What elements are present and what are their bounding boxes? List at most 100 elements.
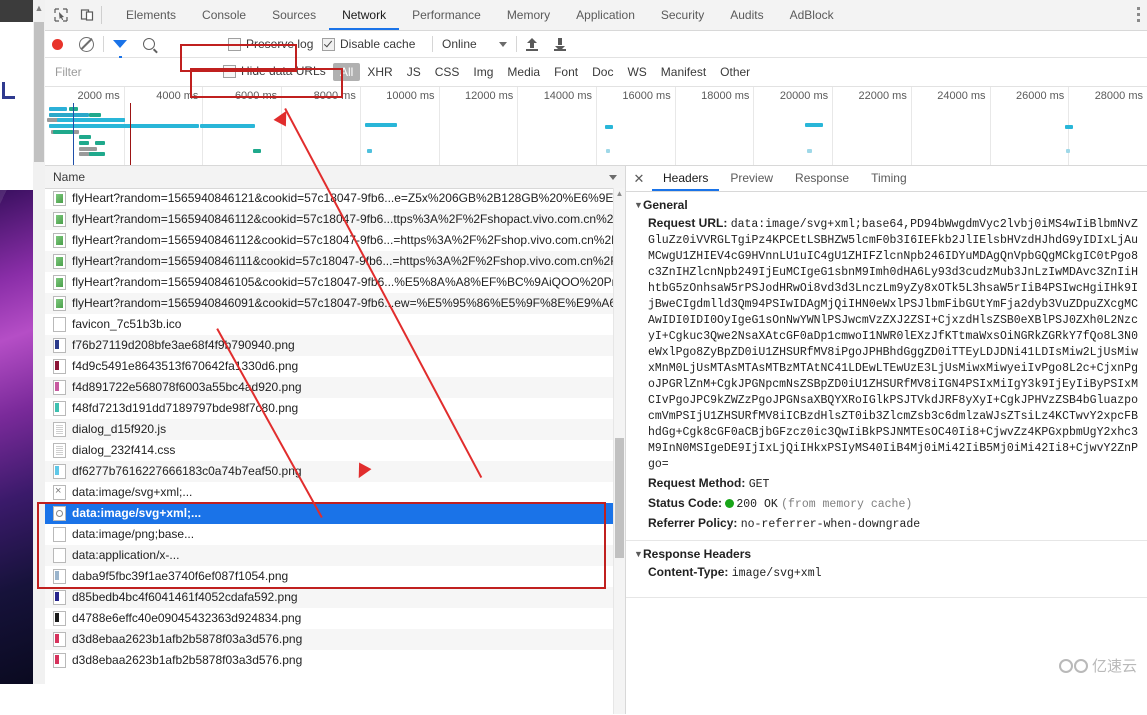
filter-input[interactable]: Filter (51, 62, 206, 83)
thumbnail-swatch (55, 403, 59, 412)
search-icon[interactable] (143, 38, 155, 50)
scroll-up-arrow-icon[interactable]: ▲ (614, 190, 625, 198)
clear-icon[interactable] (79, 36, 94, 52)
tab-network[interactable]: Network (329, 0, 399, 30)
request-row[interactable]: data:application/x-... (45, 545, 625, 566)
hide-data-urls-checkbox[interactable] (223, 64, 236, 78)
filter-icon[interactable] (113, 40, 127, 60)
request-row[interactable]: data:image/png;base... (45, 524, 625, 545)
tab-security[interactable]: Security (648, 0, 717, 30)
detail-tab-headers[interactable]: Headers (652, 166, 719, 191)
file-type-img-icon (53, 611, 66, 626)
request-row[interactable]: d4788e6effc40e09045432363d924834.png (45, 608, 625, 629)
device-toolbar-icon[interactable] (75, 4, 99, 26)
tab-elements[interactable]: Elements (113, 0, 189, 30)
request-row[interactable]: f4d891722e568078f6003a55bc4ad920.png (45, 377, 625, 398)
disable-cache-checkbox[interactable] (322, 37, 335, 51)
thumbnail-swatch (55, 592, 59, 601)
more-options-icon[interactable] (1137, 7, 1141, 25)
request-list-scrollbar[interactable]: ▲ (613, 188, 625, 714)
filter-type-img[interactable]: Img (466, 63, 500, 81)
file-type-img-icon (53, 359, 66, 374)
scroll-up-arrow-icon[interactable]: ▲ (33, 4, 45, 13)
general-label: General (643, 198, 688, 212)
request-row[interactable]: flyHeart?random=1565940846112&cookid=57c… (45, 209, 625, 230)
request-row[interactable]: flyHeart?random=1565940846112&cookid=57c… (45, 230, 625, 251)
request-name: data:image/svg+xml;... (72, 506, 202, 520)
filter-type-xhr[interactable]: XHR (360, 63, 399, 81)
filter-type-js[interactable]: JS (400, 63, 428, 81)
filter-type-other[interactable]: Other (713, 63, 757, 81)
timeline-request-bar (365, 123, 397, 127)
request-row[interactable]: flyHeart?random=1565940846091&cookid=57c… (45, 293, 625, 314)
request-row[interactable]: d3d8ebaa2623b1afb2b5878f03a3d576.png (45, 629, 625, 650)
tab-memory[interactable]: Memory (494, 0, 563, 30)
request-name: dialog_d15f920.js (72, 422, 167, 436)
tab-console[interactable]: Console (189, 0, 259, 30)
status-code-value: 200 OK (736, 498, 778, 511)
request-list-header[interactable]: Name (45, 166, 625, 189)
general-section-title[interactable]: ▼General (626, 192, 1147, 214)
filter-type-ws[interactable]: WS (620, 63, 653, 81)
record-icon[interactable] (52, 38, 63, 50)
tab-performance[interactable]: Performance (399, 0, 494, 30)
details-body: ▼General Request URL: data:image/svg+xml… (626, 192, 1147, 715)
detail-tab-preview[interactable]: Preview (719, 166, 784, 191)
file-type-img-icon (53, 464, 66, 479)
chevron-down-icon[interactable] (498, 41, 507, 47)
request-name: d85bedb4bc4f6041461f4052cdafa592.png (72, 590, 298, 604)
request-row[interactable]: flyHeart?random=1565940846121&cookid=57c… (45, 188, 625, 209)
filter-type-all[interactable]: All (333, 63, 361, 81)
request-row[interactable]: d85bedb4bc4f6041461f4052cdafa592.png (45, 587, 625, 608)
request-row[interactable]: dialog_d15f920.js (45, 419, 625, 440)
tab-sources[interactable]: Sources (259, 0, 329, 30)
filter-type-doc[interactable]: Doc (585, 63, 620, 81)
network-filter-bar: Filter Hide data URLs All XHR JS CSS Img Medi… (45, 58, 1147, 87)
export-har-icon[interactable] (553, 37, 566, 51)
request-row[interactable]: flyHeart?random=1565940846111&cookid=57c… (45, 251, 625, 272)
detail-tab-response[interactable]: Response (784, 166, 860, 191)
request-row[interactable]: data:image/svg+xml;... (45, 482, 625, 503)
import-har-icon[interactable] (525, 37, 538, 51)
tab-application[interactable]: Application (563, 0, 648, 30)
request-row[interactable]: d3d8ebaa2623b1afb2b5878f03a3d576.png (45, 650, 625, 671)
filter-type-font[interactable]: Font (547, 63, 585, 81)
network-timeline-overview[interactable]: 2000 ms 4000 ms 6000 ms 8000 ms 10000 ms 1200… (45, 87, 1147, 166)
filter-type-css[interactable]: CSS (428, 63, 467, 81)
response-headers-section-title[interactable]: ▼Response Headers (626, 541, 1147, 563)
request-row[interactable]: daba9f5fbc39f1ae3740f6ef087f1054.png (45, 566, 625, 587)
request-row[interactable]: dialog_232f414.css (45, 440, 625, 461)
request-method-row: Request Method: GET (626, 474, 1147, 494)
timeline-tick: 4000 ms (156, 90, 199, 102)
triangle-down-icon: ▼ (634, 200, 643, 210)
tab-audits[interactable]: Audits (717, 0, 776, 30)
timeline-request-bar (605, 125, 613, 129)
file-type-svg-icon (53, 233, 66, 248)
filter-type-media[interactable]: Media (500, 63, 547, 81)
request-row[interactable]: flyHeart?random=1565940846105&cookid=57c… (45, 272, 625, 293)
request-list-panel: Name flyHeart?random=1565940846121&cooki… (45, 166, 626, 714)
detail-tab-timing[interactable]: Timing (860, 166, 918, 191)
request-list-scrollbar-thumb[interactable] (615, 438, 624, 558)
watermark-text: 亿速云 (1091, 658, 1137, 675)
request-row[interactable]: df6277b7616227666183c0a74b7eaf50.png (45, 461, 625, 482)
throttling-select[interactable]: Online (442, 37, 477, 51)
request-row[interactable]: favicon_7c51b3b.ico (45, 314, 625, 335)
request-rows: flyHeart?random=1565940846121&cookid=57c… (45, 188, 625, 714)
chevron-down-icon[interactable] (609, 175, 617, 180)
inspect-element-icon[interactable] (49, 4, 73, 26)
thumbnail-swatch (55, 613, 59, 622)
file-type-img-icon (53, 401, 66, 416)
preserve-log-checkbox[interactable] (228, 37, 241, 51)
close-icon[interactable]: ✕ (626, 166, 652, 191)
request-row[interactable]: data:image/svg+xml;... (45, 503, 625, 524)
file-type-svg-icon (53, 212, 66, 227)
timeline-request-bar (53, 130, 73, 134)
filter-type-manifest[interactable]: Manifest (654, 63, 713, 81)
request-row[interactable]: f76b27119d208bfe3ae68f4f9b790940.png (45, 335, 625, 356)
page-scrollbar-thumb[interactable] (34, 22, 44, 162)
tab-adblock[interactable]: AdBlock (777, 0, 847, 30)
request-row[interactable]: f4d9c5491e8643513f670642fa1330d6.png (45, 356, 625, 377)
request-row[interactable]: f48fd7213d191dd7189797bde98f7c80.png (45, 398, 625, 419)
timeline-gridline (674, 87, 676, 165)
